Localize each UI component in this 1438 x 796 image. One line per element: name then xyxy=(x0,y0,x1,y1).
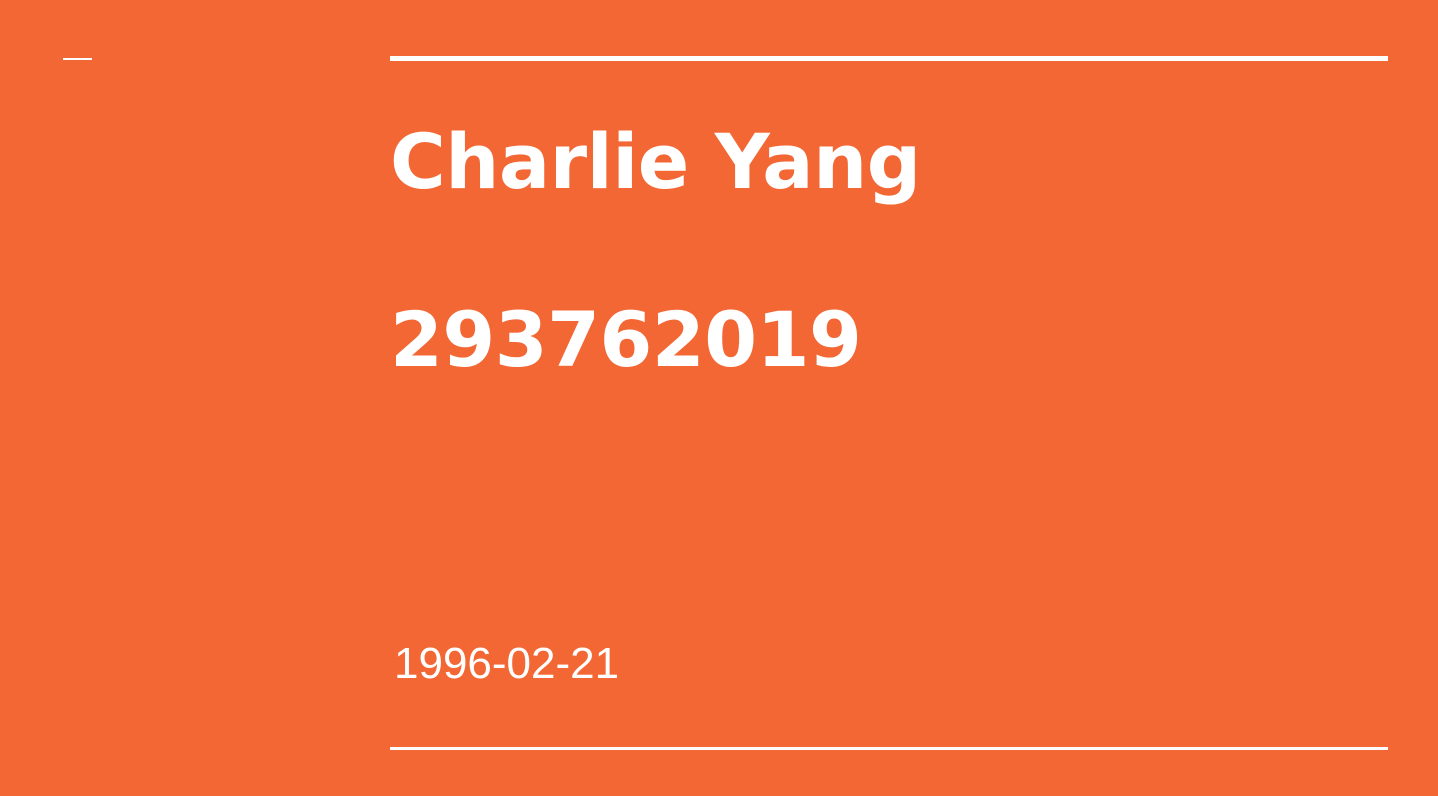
slide-subtitle-date: 1996-02-21 xyxy=(394,639,620,688)
top-rule xyxy=(390,56,1388,61)
slide-title-number: 293762019 xyxy=(390,295,862,384)
slide-title-name: Charlie Yang xyxy=(390,117,921,206)
bottom-rule xyxy=(390,747,1388,750)
corner-dash xyxy=(63,58,92,60)
